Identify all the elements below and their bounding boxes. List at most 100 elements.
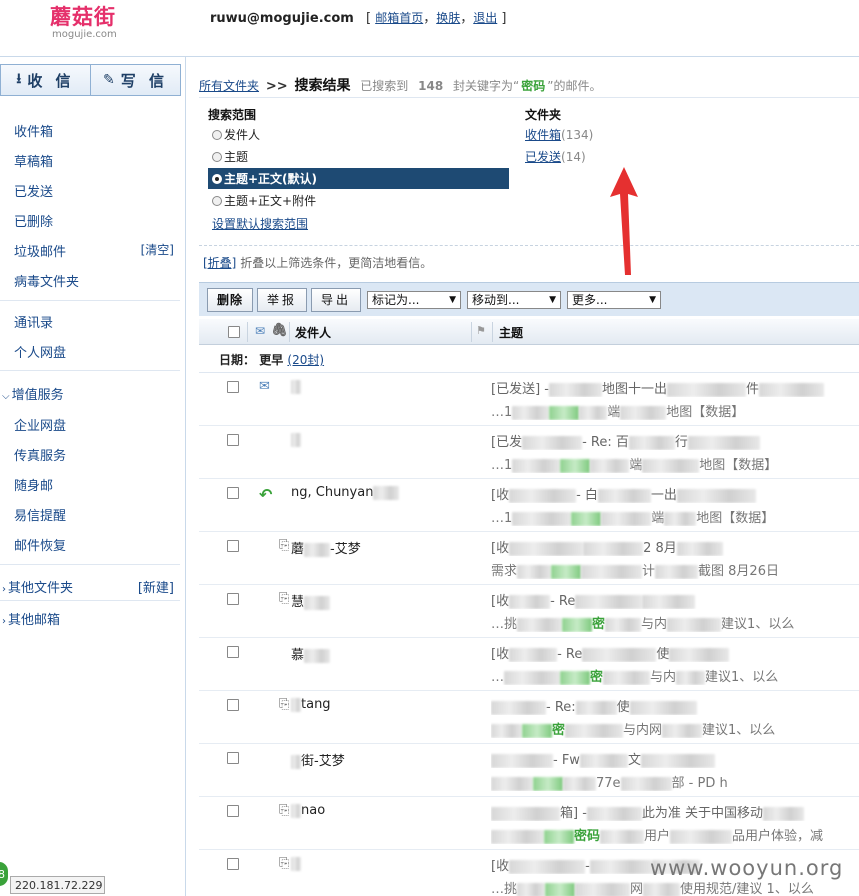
sidebar: ⭳ 收 信 ✎ 写 信 收件箱 草稿箱 已发送 已删除 垃圾邮件 [清空] 病毒… <box>0 57 186 896</box>
receive-label: 收 信 <box>27 71 75 90</box>
sidebar-item-spam[interactable]: 垃圾邮件 [清空] <box>14 241 174 260</box>
sidebar-label: 易信提醒 <box>14 509 67 524</box>
folder-name[interactable]: 收件箱 <box>525 128 561 142</box>
subject-prefix: [收 <box>491 647 510 662</box>
row-checkbox[interactable] <box>227 646 239 658</box>
receive-mail-button[interactable]: ⭳ 收 信 <box>1 65 90 95</box>
sidebar-item-enterprise-disk[interactable]: 企业网盘 <box>14 415 174 434</box>
export-button[interactable]: 导出 <box>311 287 362 312</box>
move-to-select[interactable]: 移动到... ▼ <box>467 290 562 309</box>
subject-prefix: [收 <box>491 594 510 609</box>
mailbox-home-link[interactable]: 邮箱首页 <box>375 11 423 25</box>
delete-button[interactable]: 删除 <box>207 287 254 312</box>
row-checkbox[interactable] <box>227 593 239 605</box>
sidebar-item-netdisk[interactable]: 个人网盘 <box>14 342 174 361</box>
sidebar-item-mobile-mail[interactable]: 随身邮 <box>14 475 174 494</box>
row-subject[interactable]: [收 - 白 一出 <box>491 484 859 503</box>
subject-redaction <box>575 594 643 609</box>
table-row[interactable]: ⎘ nao 箱] - 此为准 关于中国移动 密码 用户 品用户体验，减 <box>199 797 859 850</box>
sidebar-item-mail-recovery[interactable]: 邮件恢复 <box>14 535 174 554</box>
change-skin-link[interactable]: 换肤 <box>436 11 460 25</box>
row-checkbox[interactable] <box>227 540 239 552</box>
empty-spam-link[interactable]: [清空] <box>141 241 174 260</box>
subject-middle: - Fw <box>553 753 580 768</box>
row-checkbox[interactable] <box>227 752 239 764</box>
radio-icon[interactable] <box>212 195 222 206</box>
snippet-redaction <box>545 882 576 896</box>
folder-name[interactable]: 已发送 <box>525 150 561 164</box>
radio-selected-icon[interactable] <box>212 173 222 184</box>
table-row[interactable]: 街-艾梦 - Fw 文 77e 部 - PD h <box>199 744 859 797</box>
select-all-checkbox[interactable] <box>228 326 240 338</box>
folder-filter-sent[interactable]: 已发送(14) <box>525 148 586 165</box>
radio-icon[interactable] <box>212 151 222 162</box>
column-from[interactable]: 发件人 <box>295 324 331 341</box>
table-row[interactable]: ⎘ 慧 [收 - Re …挑 密 与内 建议1、以么 <box>199 585 859 638</box>
set-default-scope-link[interactable]: 设置默认搜索范围 <box>212 215 308 232</box>
folder-filter-inbox[interactable]: 收件箱(134) <box>525 126 593 143</box>
row-subject[interactable]: - Fw 文 <box>491 749 859 768</box>
sidebar-item-drafts[interactable]: 草稿箱 <box>14 151 174 170</box>
group-date-label: 日期： <box>219 353 256 367</box>
row-subject[interactable]: [收 - Re <box>491 590 859 609</box>
row-subject[interactable]: [收 2 8月 <box>491 537 859 556</box>
top-header: 蘑菇街 mogujie.com ruwu@mogujie.com [ 邮箱首页，… <box>0 0 859 57</box>
sidebar-label: 已删除 <box>14 215 54 230</box>
row-subject[interactable]: 箱] - 此为准 关于中国移动 <box>491 802 859 821</box>
row-subject[interactable]: [已发送] - 地图十一出 件 <box>491 378 859 397</box>
select-label: 更多... <box>572 293 608 307</box>
sidebar-item-virus[interactable]: 病毒文件夹 <box>14 271 174 290</box>
sidebar-group-value-added[interactable]: ⌵ 增值服务 <box>2 384 174 403</box>
radio-icon[interactable] <box>212 129 222 140</box>
scope-option-subject-body[interactable]: 主题+正文(默认) <box>208 168 509 189</box>
user-email: ruwu@mogujie.com <box>210 11 354 26</box>
column-divider <box>471 322 472 342</box>
new-folder-link[interactable]: [新建] <box>138 577 174 596</box>
row-checkbox[interactable] <box>227 434 239 446</box>
table-row[interactable]: ↶ ng, Chunyan [收 - 白 一出 …1 端 地图【数据】 <box>199 479 859 532</box>
sidebar-group-other-folders[interactable]: › 其他文件夹 [新建] <box>2 577 174 596</box>
scope-option-subject-body-attachment[interactable]: 主题+正文+附件 <box>208 190 509 211</box>
row-snippet: … 密 与内 建议1、以么 <box>491 666 859 685</box>
sidebar-item-deleted[interactable]: 已删除 <box>14 211 174 230</box>
snippet-prefix: …挑 <box>491 882 518 896</box>
row-checkbox[interactable] <box>227 805 239 817</box>
flag-icon[interactable]: ⚑ <box>476 324 486 337</box>
table-row[interactable]: ✉ [已发送] - 地图十一出 件 …1 端 地图【数据】 <box>199 373 859 426</box>
row-checkbox[interactable] <box>227 381 239 393</box>
table-row[interactable]: [已发 - Re: 百 行 …1 端 地图【数据】 <box>199 426 859 479</box>
chevron-right-icon: › <box>2 616 6 627</box>
table-row[interactable]: 慕 [收 - Re 使 … 密 与内 建议1、以么 <box>199 638 859 691</box>
row-subject[interactable]: [已发 - Re: 百 行 <box>491 431 859 450</box>
snippet-middle: 与内网 <box>623 723 663 738</box>
write-label: 写 信 <box>120 71 168 90</box>
row-checkbox[interactable] <box>227 858 239 870</box>
sidebar-group-other-mailboxes[interactable]: › 其他邮箱 <box>2 609 174 628</box>
sidebar-item-inbox[interactable]: 收件箱 <box>14 121 174 140</box>
sidebar-item-yixin[interactable]: 易信提醒 <box>14 505 174 524</box>
logout-link[interactable]: 退出 <box>473 11 497 25</box>
sidebar-item-sent[interactable]: 已发送 <box>14 181 174 200</box>
sender-redaction <box>291 697 301 712</box>
sidebar-item-contacts[interactable]: 通讯录 <box>14 312 174 331</box>
table-row[interactable]: ⎘ 蘑 -艾梦 [收 2 8月 需求 计 截图 8月26日 <box>199 532 859 585</box>
table-row[interactable]: ⎘ tang - Re: 使密 与内网 建议1、以么 <box>199 691 859 744</box>
folder-count: (14) <box>561 150 586 164</box>
group-count-link[interactable]: (20封) <box>287 353 324 367</box>
report-button[interactable]: 举报 <box>257 287 308 312</box>
row-subject[interactable]: - Re: 使 <box>491 696 859 715</box>
more-select[interactable]: 更多... ▼ <box>567 290 662 309</box>
column-subject[interactable]: 主题 <box>499 324 523 341</box>
mogujie-logo[interactable]: 蘑菇街 mogujie.com <box>50 5 122 43</box>
collapse-link[interactable]: [折叠] <box>203 256 236 270</box>
scope-option-sender[interactable]: 发件人 <box>208 124 509 145</box>
row-checkbox[interactable] <box>227 487 239 499</box>
subject-tail: 2 8月 <box>643 541 677 556</box>
row-subject[interactable]: [收 - Re 使 <box>491 643 859 662</box>
sidebar-item-fax[interactable]: 传真服务 <box>14 445 174 464</box>
row-checkbox[interactable] <box>227 699 239 711</box>
write-mail-button[interactable]: ✎ 写 信 <box>90 65 180 95</box>
scope-option-subject[interactable]: 主题 <box>208 146 509 167</box>
breadcrumb-all-folders[interactable]: 所有文件夹 <box>199 79 259 93</box>
mark-as-select[interactable]: 标记为... ▼ <box>367 290 462 309</box>
